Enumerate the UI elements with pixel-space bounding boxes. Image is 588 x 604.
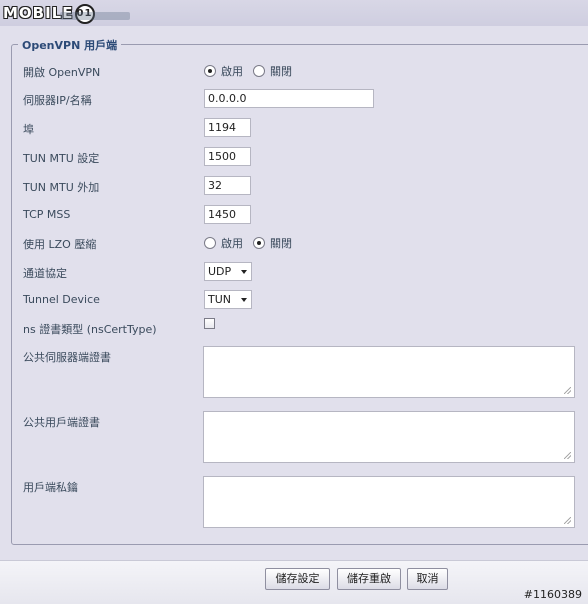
save-settings-button[interactable]: 儲存設定 [265, 568, 330, 590]
resize-grip-icon[interactable] [564, 452, 571, 459]
port-input[interactable] [204, 118, 251, 137]
lzo-off-radio[interactable] [253, 237, 265, 249]
tun-mtu-input[interactable] [204, 147, 251, 166]
resize-grip-icon[interactable] [564, 387, 571, 394]
enable-openvpn-on-radio[interactable] [204, 65, 216, 77]
page-title-cropped [60, 12, 130, 20]
ns-cert-type-label: ns 證書類型 (nsCertType) [23, 323, 157, 336]
protocol-select[interactable]: UDP [204, 262, 252, 281]
port-label: 埠 [23, 123, 34, 136]
server-cert-textarea[interactable] [203, 346, 575, 398]
server-address-label: 伺服器IP/名稱 [23, 94, 92, 107]
enable-openvpn-off-radio[interactable] [253, 65, 265, 77]
enable-openvpn-label: 開啟 OpenVPN [23, 66, 101, 79]
chevron-down-icon [241, 270, 247, 274]
lzo-on-label[interactable]: 啟用 [221, 235, 243, 251]
cancel-button[interactable]: 取消 [407, 568, 448, 590]
client-cert-label: 公共用戶端證書 [23, 416, 100, 429]
protocol-select-value: UDP [208, 265, 232, 278]
resize-grip-icon[interactable] [564, 517, 571, 524]
server-cert-label: 公共伺服器端證書 [23, 351, 111, 364]
lzo-off-label[interactable]: 關閉 [270, 235, 292, 251]
enable-openvpn-on-label[interactable]: 啟用 [221, 63, 243, 79]
post-id-watermark: #1160389 [523, 588, 582, 601]
top-bar: MOBILE 01 [0, 0, 588, 26]
enable-openvpn-radio-group: 啟用 關閉 [204, 63, 302, 79]
lzo-compression-radio-group: 啟用 關閉 [204, 235, 302, 251]
protocol-label: 通道協定 [23, 267, 67, 280]
server-address-input[interactable] [204, 89, 374, 108]
tunnel-device-label: Tunnel Device [23, 293, 100, 306]
save-reboot-button[interactable]: 儲存重啟 [337, 568, 401, 590]
tcp-mss-label: TCP MSS [23, 208, 71, 221]
section-legend: OpenVPN 用戶端 [18, 37, 122, 53]
client-cert-textarea[interactable] [203, 411, 575, 463]
chevron-down-icon [241, 298, 247, 302]
enable-openvpn-off-label[interactable]: 關閉 [270, 63, 292, 79]
tcp-mss-input[interactable] [204, 205, 251, 224]
tun-mtu-extra-label: TUN MTU 外加 [23, 181, 100, 194]
tun-mtu-label: TUN MTU 設定 [23, 152, 100, 165]
tunnel-device-select-value: TUN [208, 293, 231, 306]
client-key-label: 用戶端私鑰 [23, 481, 78, 494]
client-key-textarea[interactable] [203, 476, 575, 528]
lzo-on-radio[interactable] [204, 237, 216, 249]
lzo-compression-label: 使用 LZO 壓縮 [23, 238, 97, 251]
tunnel-device-select[interactable]: TUN [204, 290, 252, 309]
ns-cert-type-checkbox[interactable] [204, 318, 215, 329]
tun-mtu-extra-input[interactable] [204, 176, 251, 195]
